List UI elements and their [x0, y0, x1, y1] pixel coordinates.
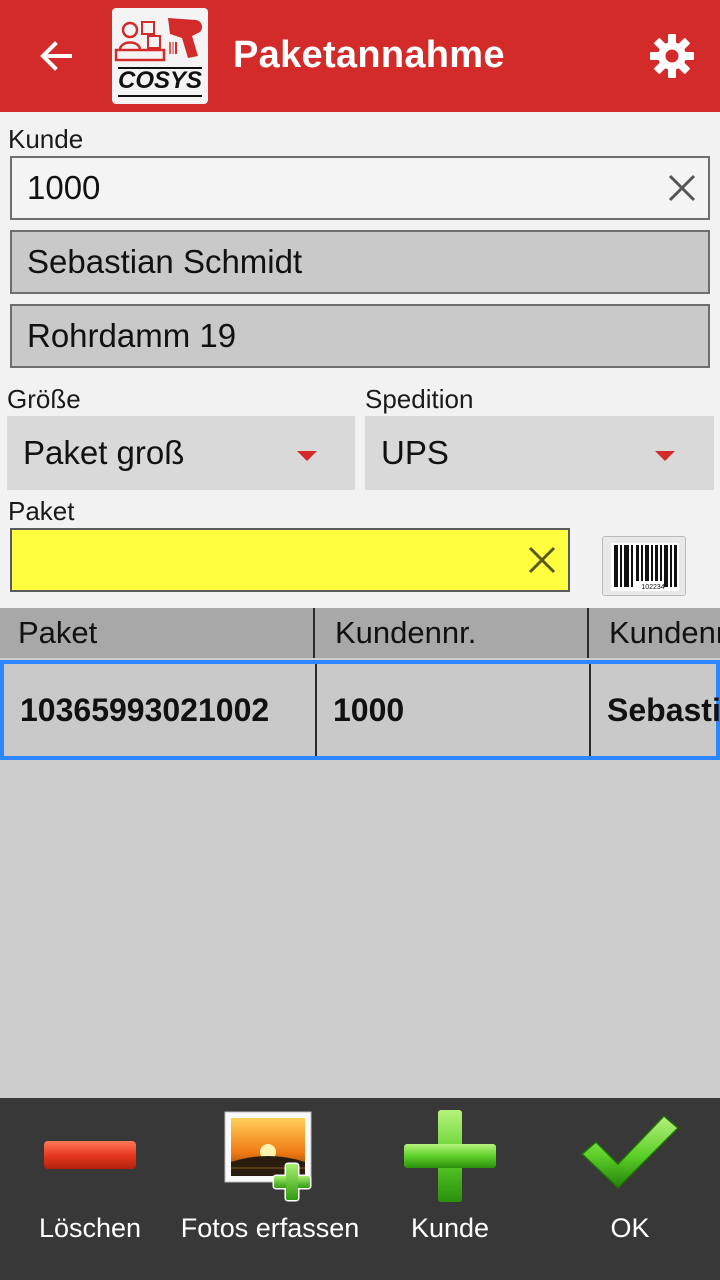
customer-address-field: Rohrdamm 19: [10, 304, 710, 368]
cell-paket: 10365993021002: [4, 664, 317, 756]
dropdown-arrow-icon: [655, 451, 675, 461]
add-photo-icon: [224, 1111, 312, 1202]
capture-photos-label: Fotos erfassen: [180, 1213, 360, 1243]
settings-button[interactable]: [646, 30, 698, 82]
customer-name-field: Sebastian Schmidt: [10, 230, 710, 294]
barcode-scan-button[interactable]: 102234: [602, 536, 686, 596]
customer-name-value: Sebastian Schmidt: [27, 243, 303, 280]
page-title: Paketannahme: [233, 34, 505, 76]
close-icon: [668, 174, 696, 202]
parcel-table: Paket Kundennr. Kundenname 1036599302100…: [0, 608, 720, 1098]
dropdown-arrow-icon: [297, 451, 317, 461]
barcode-icon: 102234: [611, 543, 679, 591]
kunde-value: 1000: [27, 169, 101, 206]
back-button[interactable]: [28, 26, 84, 86]
close-icon: [528, 546, 556, 574]
column-header-paket[interactable]: Paket: [0, 608, 315, 658]
groesse-selected: Paket groß: [23, 434, 185, 471]
table-row[interactable]: 10365993021002 1000 Sebastian Schmidt: [0, 660, 720, 760]
kunde-label: Kunde: [8, 124, 84, 154]
ok-button[interactable]: OK: [540, 1098, 720, 1280]
spedition-label: Spedition: [365, 384, 474, 414]
bottom-action-bar: Löschen Fotos erfassen Kunde OK: [0, 1098, 720, 1280]
app-bar: COSYS Paketannahme: [0, 0, 720, 112]
arrow-back-icon: [40, 41, 72, 71]
svg-text:COSYS: COSYS: [118, 67, 202, 94]
delete-label: Löschen: [38, 1213, 142, 1243]
minus-icon: [44, 1141, 136, 1169]
app-logo: COSYS: [112, 8, 208, 104]
svg-text:102234: 102234: [641, 584, 664, 591]
plus-icon: [404, 1110, 496, 1202]
add-customer-button[interactable]: Kunde: [360, 1098, 540, 1280]
ok-label: OK: [610, 1213, 650, 1243]
paket-label: Paket: [8, 496, 75, 526]
table-header: Paket Kundennr. Kundenname: [0, 608, 720, 658]
spedition-selected: UPS: [381, 434, 449, 471]
kunde-clear-button[interactable]: [662, 168, 702, 208]
add-customer-label: Kunde: [410, 1213, 490, 1243]
column-header-kundennr[interactable]: Kundennr.: [317, 608, 589, 658]
spedition-dropdown[interactable]: UPS: [365, 416, 714, 490]
paket-clear-button[interactable]: [522, 540, 562, 580]
cell-kundenname: Sebastian Schmidt: [607, 691, 720, 728]
groesse-label: Größe: [7, 384, 81, 414]
groesse-dropdown[interactable]: Paket groß: [7, 416, 355, 490]
checkmark-icon: [580, 1114, 680, 1190]
gear-icon: [650, 34, 694, 78]
kunde-input[interactable]: 1000: [10, 156, 710, 220]
customer-address-value: Rohrdamm 19: [27, 317, 237, 354]
column-header-kundenname[interactable]: Kundenname: [591, 608, 720, 658]
cell-kundennr: 1000: [317, 664, 591, 756]
paket-input[interactable]: [10, 528, 570, 592]
delete-button[interactable]: Löschen: [0, 1098, 180, 1280]
capture-photos-button[interactable]: Fotos erfassen: [180, 1098, 360, 1280]
